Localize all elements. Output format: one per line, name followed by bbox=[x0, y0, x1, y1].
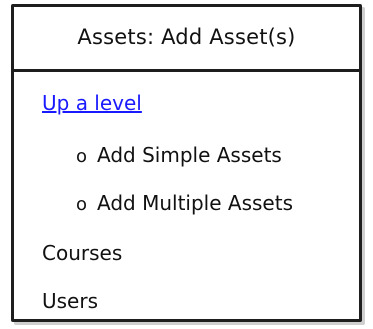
add-multiple-assets-item[interactable]: o Add Multiple Assets bbox=[76, 191, 293, 215]
add-simple-assets-item[interactable]: o Add Simple Assets bbox=[76, 143, 282, 167]
bullet-icon: o bbox=[76, 194, 88, 215]
users-item[interactable]: Users bbox=[42, 289, 98, 313]
up-a-level-link[interactable]: Up a level bbox=[42, 91, 142, 115]
navigation-panel: Assets: Add Asset(s) Up a level o Add Sim… bbox=[11, 4, 362, 322]
add-multiple-assets-label: Add Multiple Assets bbox=[97, 191, 293, 215]
bullet-icon: o bbox=[76, 146, 88, 167]
title-divider bbox=[14, 69, 359, 72]
courses-item[interactable]: Courses bbox=[42, 241, 122, 265]
panel-title: Assets: Add Asset(s) bbox=[77, 25, 296, 49]
add-simple-assets-label: Add Simple Assets bbox=[97, 143, 282, 167]
